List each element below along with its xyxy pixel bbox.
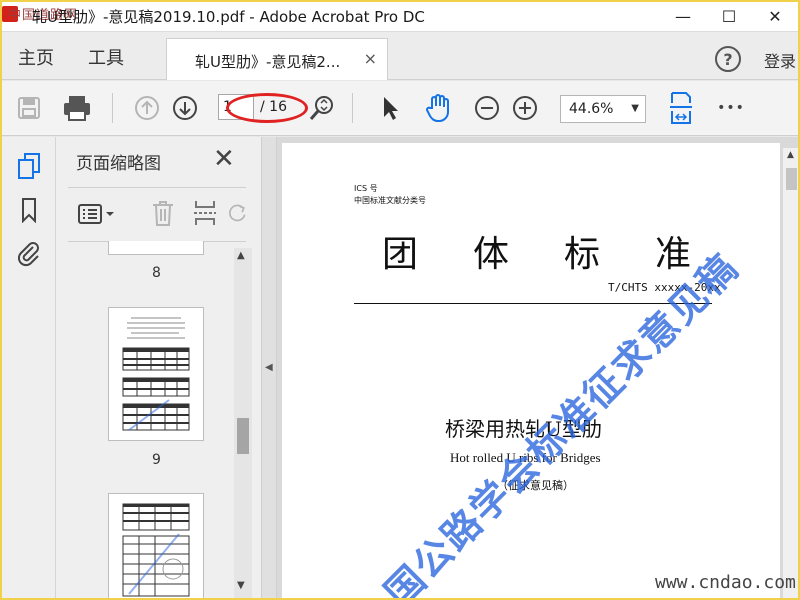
title-char: 标	[564, 234, 601, 275]
standard-type-title: 团 体 标 准	[382, 225, 691, 277]
tab-document[interactable]: 轧U型肋》-意见稿2... ×	[166, 38, 388, 80]
zoom-in-icon[interactable]	[510, 93, 540, 123]
red-annotation-ellipse	[226, 93, 308, 123]
minimize-button[interactable]: —	[660, 0, 706, 32]
delete-page-icon[interactable]	[148, 197, 178, 229]
window-title: 轧U型肋》-意见稿2019.10.pdf - Adobe Acrobat Pro…	[32, 8, 425, 26]
navigation-rail	[0, 137, 56, 600]
chevron-down-icon: ▼	[631, 103, 639, 114]
panel-splitter[interactable]: ◀	[261, 137, 277, 600]
thumbnails-panel-title: 页面缩略图	[76, 154, 161, 174]
scroll-up-icon[interactable]: ▲	[787, 150, 794, 160]
rotate-page-icon[interactable]	[228, 197, 248, 229]
ics-number: ICS 号	[354, 184, 378, 193]
page-thumbnail-label: 9	[152, 452, 161, 468]
close-window-button[interactable]: ✕	[752, 0, 798, 32]
save-icon[interactable]	[14, 93, 44, 123]
next-page-icon[interactable]	[170, 93, 200, 123]
title-char: 团	[382, 234, 419, 275]
toolbar-separator	[352, 93, 353, 123]
ics-label: ICS 号 中国标准文献分类号	[354, 183, 426, 207]
tab-tools[interactable]: 工具	[88, 44, 124, 70]
insert-page-icon[interactable]	[190, 197, 220, 229]
scrollbar-thumb[interactable]	[786, 168, 797, 190]
thumbnails-scrollbar[interactable]: ▲ ▼	[234, 248, 252, 600]
title-char: 体	[473, 234, 510, 275]
page-thumbnail[interactable]	[108, 493, 204, 600]
more-tools-icon[interactable]: •••	[716, 95, 746, 121]
document-page: ICS 号 中国标准文献分类号 团 体 标 准 T/CHTS xxxxx-20x…	[282, 143, 780, 600]
tab-document-label: 轧U型肋》-意见稿2...	[195, 53, 341, 71]
bookmarks-icon[interactable]	[14, 195, 44, 225]
classification-number: 中国标准文献分类号	[354, 196, 426, 205]
hand-tool-icon[interactable]	[422, 91, 456, 125]
maximize-button[interactable]: ☐	[706, 0, 752, 32]
title-bar: 中国道路网 轧U型肋》-意见稿2019.10.pdf - Adobe Acrob…	[0, 0, 800, 32]
tab-home[interactable]: 主页	[18, 44, 54, 70]
help-button[interactable]: ?	[715, 46, 741, 72]
tab-close-icon[interactable]: ×	[364, 49, 377, 68]
panel-divider	[68, 187, 246, 188]
attachments-icon[interactable]	[14, 239, 44, 269]
main-toolbar: 1 / 16 44.6% ▼ •••	[0, 81, 800, 136]
previous-page-icon[interactable]	[132, 93, 162, 123]
zoom-level-value: 44.6%	[569, 101, 614, 117]
document-scrollbar[interactable]: ▲	[783, 148, 800, 600]
zoom-level-dropdown[interactable]: 44.6% ▼	[560, 95, 646, 123]
close-panel-icon[interactable]: ✕	[213, 144, 235, 174]
document-viewer: ICS 号 中国标准文献分类号 团 体 标 准 T/CHTS xxxxx-20x…	[277, 137, 800, 600]
thumbnails-panel: 页面缩略图 ✕ 8 9	[56, 137, 261, 600]
collapse-panel-icon[interactable]: ◀	[265, 362, 273, 373]
scroll-up-icon[interactable]: ▲	[237, 250, 245, 261]
scrollbar-thumb[interactable]	[237, 418, 249, 454]
select-cursor-icon[interactable]	[376, 93, 404, 123]
tab-bar: 主页 工具 轧U型肋》-意见稿2... ×	[0, 32, 800, 80]
fit-page-icon[interactable]	[666, 89, 696, 127]
page-thumbnail-label: 8	[152, 265, 161, 281]
thumbnail-options-icon[interactable]	[76, 199, 118, 229]
login-link[interactable]: 登录	[764, 48, 796, 72]
print-icon[interactable]	[60, 91, 94, 125]
zoom-scroll-icon[interactable]	[308, 93, 336, 123]
zoom-out-icon[interactable]	[472, 93, 502, 123]
page-thumbnail[interactable]	[108, 241, 204, 255]
page-thumbnails-icon[interactable]	[14, 151, 44, 181]
page-thumbnail[interactable]	[108, 307, 204, 441]
site-watermark: www.cndao.com	[655, 572, 796, 593]
scroll-down-icon[interactable]: ▼	[237, 580, 245, 591]
toolbar-separator	[112, 93, 113, 123]
